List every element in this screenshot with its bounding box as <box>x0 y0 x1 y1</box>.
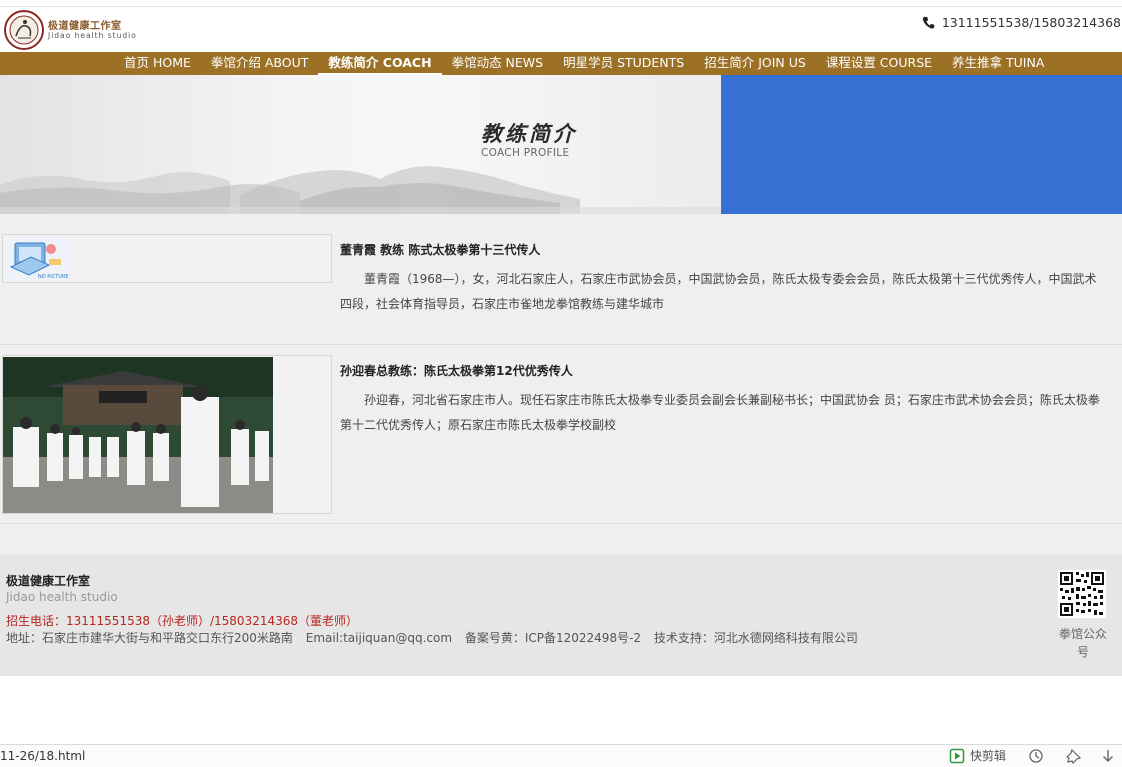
nav-item-home[interactable]: 首页 HOME <box>114 52 201 75</box>
brand-name-cn: 极道健康工作室 <box>48 21 122 32</box>
footer-tech-support[interactable]: 技术支持：河北水德网络科技有限公司 <box>654 631 858 645</box>
nav-item-course[interactable]: 课程设置 COURSE <box>816 52 942 75</box>
status-tools: 快剪辑 <box>949 747 1116 764</box>
footer-info-line: 地址：石家庄市建华大街与和平路交口东行200米路南 Email:taijiqua… <box>6 629 867 646</box>
coach-photo[interactable] <box>2 355 332 514</box>
coach-list: NO PICTURE 董青霞 教练 陈式太极拳第十三代传人 董青霞（1968—）… <box>0 214 1122 555</box>
nav-item-about[interactable]: 拳馆介绍 ABOUT <box>201 52 319 75</box>
nav-item-coach[interactable]: 教练简介 COACH <box>318 52 442 75</box>
no-picture-icon: NO PICTURE <box>5 237 69 281</box>
status-url: 11-26/18.html <box>0 749 86 763</box>
phone-number: 13111551538/15803214368 <box>941 15 1121 30</box>
footer-studio-name: 极道健康工作室 <box>6 574 91 588</box>
coach-description: 董青霞（1968—），女，河北石家庄人，石家庄市武协会员，中国武协会员，陈氏太极… <box>340 272 1097 311</box>
clip-icon <box>949 748 965 763</box>
coach-item: NO PICTURE 董青霞 教练 陈式太极拳第十三代传人 董青霞（1968—）… <box>0 214 1122 345</box>
main-nav: 首页 HOME 拳馆介绍 ABOUT 教练简介 COACH 拳馆动态 NEWS … <box>0 52 1122 75</box>
clip-button[interactable]: 快剪辑 <box>949 747 1006 764</box>
mountain-ink-illustration <box>0 166 721 214</box>
site-footer: 极道健康工作室 Jidao health studio 招生电话：1311155… <box>0 555 1122 676</box>
clip-label: 快剪辑 <box>969 749 1006 763</box>
banner-blue-panel <box>721 75 1122 214</box>
header-phone: 13111551538/15803214368 <box>922 15 1121 30</box>
nav-item-news[interactable]: 拳馆动态 NEWS <box>442 52 554 75</box>
taichi-group-photo <box>3 357 273 513</box>
qr-code-icon <box>1058 570 1106 618</box>
banner-title: 教练简介 <box>481 121 577 146</box>
nav-list: 首页 HOME 拳馆介绍 ABOUT 教练简介 COACH 拳馆动态 NEWS … <box>114 52 1054 75</box>
nav-item-students[interactable]: 明星学员 STUDENTS <box>553 52 694 75</box>
download-icon[interactable] <box>1100 748 1116 764</box>
nav-item-tuina[interactable]: 养生推拿 TUINA <box>942 52 1054 75</box>
banner-subtitle: COACH PROFILE <box>481 147 570 159</box>
pin-icon[interactable] <box>1066 748 1082 764</box>
coach-description: 孙迎春，河北省石家庄市人。现任石家庄市陈氏太极拳专业委员会副会长兼副秘书长；中国… <box>340 393 1100 432</box>
footer-icp[interactable]: 备案号黄：ICP备12022498号-2 <box>465 631 641 645</box>
coach-name[interactable]: 孙迎春总教练：陈氏太极拳第12代优秀传人 <box>340 362 573 379</box>
no-picture-text: NO PICTURE <box>38 274 69 280</box>
coach-name[interactable]: 董青霞 教练 陈式太极拳第十三代传人 <box>340 241 540 258</box>
site-header: 极道健康工作室 Jidao health studio 13111551538/… <box>0 7 1122 52</box>
footer-enroll-phone: 招生电话：13111551538（孙老师）/15803214368（董老师） <box>6 614 359 628</box>
footer-studio-en: Jidao health studio <box>6 590 118 604</box>
phone-icon <box>922 16 935 29</box>
footer-email[interactable]: Email:taijiquan@qq.com <box>306 631 452 645</box>
studio-logo[interactable] <box>4 10 44 50</box>
qr-label: 拳馆公众号 <box>1058 627 1107 659</box>
coach-item: 孙迎春总教练：陈氏太极拳第12代优秀传人 孙迎春，河北省石家庄市人。现任石家庄市… <box>0 345 1122 524</box>
browser-status-bar: 11-26/18.html 快剪辑 <box>0 744 1122 767</box>
brand-name-en: Jidao health studio <box>48 31 137 40</box>
coach-photo-placeholder[interactable]: NO PICTURE <box>2 234 332 283</box>
refresh-icon[interactable] <box>1028 748 1044 764</box>
page-banner: 教练简介 COACH PROFILE <box>0 75 1122 214</box>
footer-address: 地址：石家庄市建华大街与和平路交口东行200米路南 <box>6 631 293 645</box>
nav-item-join-us[interactable]: 招生简介 JOIN US <box>694 52 816 75</box>
